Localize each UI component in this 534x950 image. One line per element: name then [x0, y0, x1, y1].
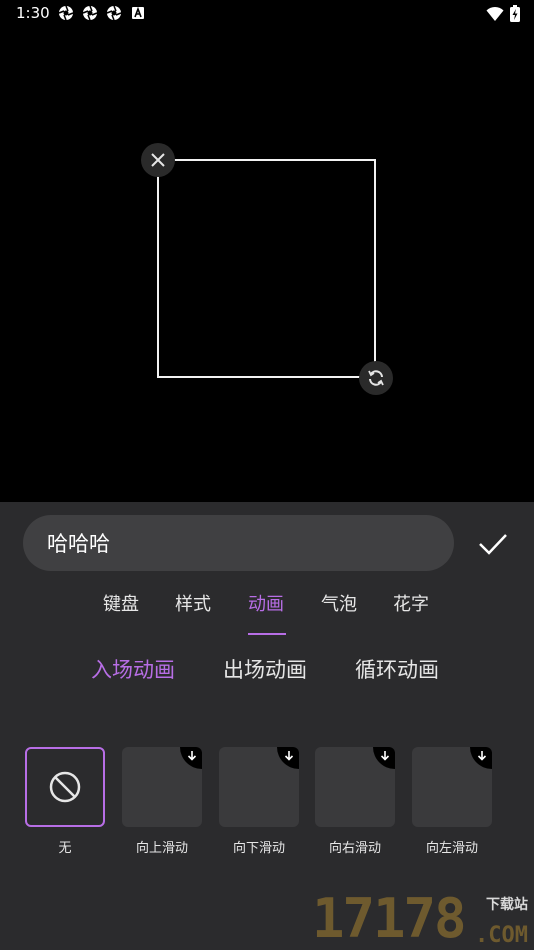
animation-label: 无 [58, 841, 72, 856]
delete-handle[interactable] [141, 143, 175, 177]
download-icon [373, 747, 395, 769]
text-bounding-box[interactable] [157, 159, 376, 378]
none-icon [49, 771, 81, 803]
tab-bubble[interactable]: 气泡 [321, 590, 357, 616]
animation-label: 向右滑动 [328, 841, 381, 856]
tab-keyboard[interactable]: 键盘 [103, 590, 139, 616]
a-badge-icon [132, 6, 144, 19]
site-watermark: 17178 下载站 .COM [312, 888, 534, 950]
animation-subtabs: 入场动画 出场动画 循环动画 [0, 654, 534, 694]
aperture-icon [106, 5, 122, 21]
close-icon [151, 153, 165, 167]
checkmark-icon [479, 534, 507, 555]
animation-item-slide-right[interactable]: 向右滑动 [315, 747, 397, 856]
battery-charging-icon [510, 5, 520, 22]
rotate-handle[interactable] [359, 361, 393, 395]
subtab-loop-animation[interactable]: 循环动画 [355, 654, 439, 684]
animation-label: 向左滑动 [425, 841, 478, 856]
subtab-exit-animation[interactable]: 出场动画 [223, 654, 307, 684]
animation-list: 无 向上滑动 向下滑动 向右滑动 向左滑动 [0, 747, 534, 867]
text-input[interactable]: 哈哈哈 [23, 515, 454, 571]
confirm-button[interactable] [472, 524, 514, 564]
tab-style[interactable]: 样式 [175, 590, 211, 616]
editor-tabs: 键盘 样式 动画 气泡 花字 [0, 590, 534, 630]
watermark-domain: .COM [475, 923, 528, 948]
text-editor-panel: 哈哈哈 键盘 样式 动画 气泡 花字 入场动画 出场动画 循环动画 无 向上滑动 [0, 502, 534, 950]
tab-fancy-text[interactable]: 花字 [393, 590, 429, 616]
status-time: 1:30 [16, 4, 50, 22]
tab-animation[interactable]: 动画 [248, 590, 284, 616]
animation-thumb[interactable] [412, 747, 492, 827]
animation-item-none[interactable]: 无 [25, 747, 107, 856]
animation-item-slide-up[interactable]: 向上滑动 [122, 747, 204, 856]
watermark-site-text: 下载站 [486, 897, 528, 913]
status-bar: 1:30 [0, 0, 534, 28]
aperture-icon [82, 5, 98, 21]
download-icon [470, 747, 492, 769]
download-icon [180, 747, 202, 769]
animation-thumb[interactable] [219, 747, 299, 827]
active-tab-indicator [248, 633, 286, 635]
rotate-icon [368, 370, 384, 386]
notification-icons [58, 5, 146, 21]
system-icons [486, 5, 520, 22]
animation-thumb[interactable] [122, 747, 202, 827]
animation-thumb[interactable] [25, 747, 105, 827]
subtab-enter-animation[interactable]: 入场动画 [91, 654, 175, 684]
animation-label: 向上滑动 [135, 841, 188, 856]
watermark-number: 17178 [312, 887, 467, 950]
animation-thumb[interactable] [315, 747, 395, 827]
wifi-icon [486, 6, 504, 21]
preview-canvas[interactable] [0, 28, 534, 502]
aperture-icon [58, 5, 74, 21]
animation-item-slide-left[interactable]: 向左滑动 [412, 747, 494, 856]
animation-label: 向下滑动 [232, 841, 285, 856]
animation-item-slide-down[interactable]: 向下滑动 [219, 747, 301, 856]
download-icon [277, 747, 299, 769]
